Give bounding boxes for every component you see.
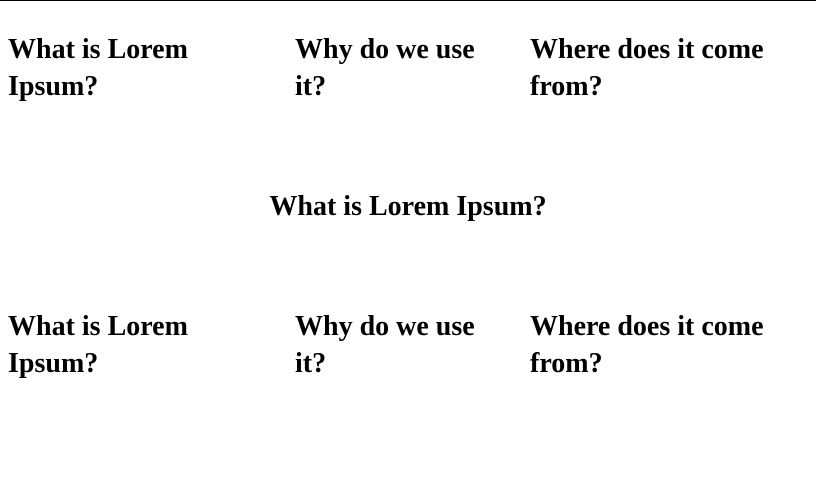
bottom-row-heading-where: Where does it come from? [530, 311, 764, 379]
center-heading: What is Lorem Ipsum? [269, 191, 547, 222]
top-row-heading-where: Where does it come from? [530, 34, 764, 102]
top-row-heading-why: Why do we use it? [295, 34, 475, 102]
bottom-row-heading-why: Why do we use it? [295, 311, 475, 379]
bottom-row-heading-what-is: What is Lorem Ipsum? [8, 311, 188, 379]
top-row-heading-what-is: What is Lorem Ipsum? [8, 34, 188, 102]
top-border-line [0, 0, 816, 1]
